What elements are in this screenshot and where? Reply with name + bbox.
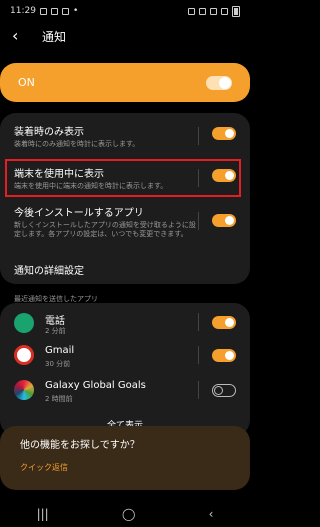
app-name[interactable]: 電話 (45, 312, 65, 327)
wear-only-toggle[interactable] (212, 127, 236, 140)
setting-subtitle: 新しくインストールしたアプリの通知を受け取るように設定します。各アプリの設定は、… (14, 221, 196, 238)
quick-reply-link[interactable]: クイック返信 (20, 462, 68, 473)
page-title: 通知 (42, 29, 67, 44)
signal-icon (221, 7, 228, 15)
notification-icon (50, 7, 58, 15)
future-apps-toggle[interactable] (212, 214, 236, 227)
setting-title: 今後インストールするアプリ (14, 208, 144, 219)
image-icon (39, 7, 47, 15)
back-nav-button[interactable]: ‹ (209, 507, 214, 521)
setting-row-wear-only[interactable]: 装着時のみ表示 装着時にのみ通知を時計に表示します。 (14, 123, 236, 149)
status-bar: 11:29 • (0, 0, 250, 22)
master-switch-label: ON (18, 76, 35, 89)
sim-icon (188, 7, 195, 15)
setting-subtitle: 装着時にのみ通知を時計に表示します。 (14, 140, 140, 148)
alarm-icon (199, 7, 206, 15)
back-button[interactable]: ‹ (12, 28, 32, 44)
wifi-icon (210, 7, 217, 15)
setting-title: 装着時のみ表示 (14, 127, 84, 138)
recents-button[interactable]: ||| (37, 507, 49, 521)
app-name[interactable]: Gmail (45, 345, 74, 356)
app-time: 30 分前 (45, 360, 71, 368)
home-button[interactable]: ◯ (122, 507, 135, 521)
master-switch-bar[interactable]: ON (0, 63, 250, 102)
phone-toggle[interactable] (212, 316, 236, 329)
setting-row-advanced[interactable]: 通知の詳細設定 (14, 262, 236, 277)
battery-icon (232, 5, 240, 17)
app-time: 2 分前 (45, 327, 66, 335)
header: ‹ 通知 (0, 26, 250, 46)
nav-bar: ||| ◯ ‹ (0, 500, 250, 527)
more-features-title: 他の機能をお探しですか？ (20, 440, 140, 451)
app-name[interactable]: Galaxy Global Goals (45, 380, 146, 391)
status-time: 11:29 (10, 6, 36, 16)
highlight-box (5, 159, 241, 197)
global-goals-toggle[interactable] (212, 384, 236, 397)
app-time: 2 時間前 (45, 395, 73, 403)
settings-icon (61, 7, 69, 15)
dot-icon: • (72, 6, 79, 16)
setting-title: 通知の詳細設定 (14, 266, 84, 277)
phone-icon (14, 313, 34, 333)
setting-row-future-apps[interactable]: 今後インストールするアプリ 新しくインストールしたアプリの通知を受け取るように設… (14, 204, 236, 239)
global-goals-icon (14, 380, 34, 400)
gmail-toggle[interactable] (212, 349, 236, 362)
gmail-icon (14, 345, 34, 365)
master-toggle[interactable] (206, 75, 232, 90)
